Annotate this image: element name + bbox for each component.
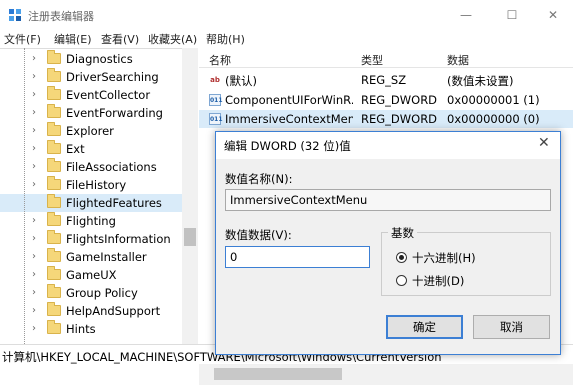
window-title: 注册表编辑器 (28, 10, 94, 23)
chevron-right-icon[interactable]: › (32, 233, 36, 244)
menu-view[interactable]: 查看(V) (101, 31, 139, 47)
folder-icon (47, 158, 61, 172)
value-name: ComponentUIForWinR... (225, 93, 353, 107)
ok-button[interactable]: 确定 (386, 315, 463, 339)
menu-help[interactable]: 帮助(H) (206, 31, 245, 47)
chevron-right-icon[interactable]: › (32, 89, 36, 100)
value-data-field[interactable] (225, 246, 370, 268)
tree-item[interactable]: › EventCollector (0, 86, 182, 104)
tree-item-selected[interactable]: FlightedFeatures (0, 194, 182, 212)
string-value-icon: ab (210, 76, 220, 84)
tree-item[interactable]: › Group Policy (0, 284, 182, 302)
title-bar: 注册表编辑器 — ☐ ✕ (0, 0, 573, 30)
tree-item[interactable]: › FlightsInformation (0, 230, 182, 248)
hex-radio[interactable] (396, 252, 407, 263)
dialog-close-button[interactable]: ✕ (538, 135, 550, 151)
folder-icon (47, 266, 61, 280)
folder-icon (47, 320, 61, 334)
dword-value-icon: 011 (209, 113, 223, 125)
folder-icon (47, 194, 61, 208)
tree-item[interactable]: › EventForwarding (0, 104, 182, 122)
base-group-label: 基数 (388, 225, 417, 241)
dword-value-icon: 011 (209, 94, 223, 106)
value-type: REG_SZ (361, 73, 407, 87)
menu-file[interactable]: 文件(F) (4, 31, 41, 47)
tree-item[interactable]: › GameInstaller (0, 248, 182, 266)
value-type: REG_DWORD (361, 112, 438, 126)
menu-bar: 文件(F) 编辑(E) 查看(V) 收藏夹(A) 帮助(H) (0, 30, 573, 48)
values-header: 名称 类型 数据 (199, 48, 573, 68)
column-name[interactable]: 名称 (209, 52, 231, 68)
folder-icon (47, 302, 61, 316)
chevron-right-icon[interactable]: › (32, 107, 36, 118)
value-name-field (225, 189, 551, 211)
edit-dword-dialog: 编辑 DWORD (32 位)值 ✕ 数值名称(N): 数值数据(V): 基数 … (215, 131, 561, 355)
folder-icon (47, 230, 61, 244)
tree-item[interactable]: › Explorer (0, 122, 182, 140)
chevron-right-icon[interactable]: › (32, 53, 36, 64)
column-type[interactable]: 类型 (361, 52, 383, 68)
folder-icon (47, 68, 61, 82)
tree-item[interactable]: › FileAssociations (0, 158, 182, 176)
tree-item[interactable]: › FileHistory (0, 176, 182, 194)
chevron-right-icon[interactable]: › (32, 323, 36, 334)
chevron-right-icon[interactable]: › (32, 251, 36, 262)
tree-item[interactable]: › HelpAndSupport (0, 302, 182, 320)
menu-favorites[interactable]: 收藏夹(A) (148, 31, 197, 47)
column-data[interactable]: 数据 (447, 52, 469, 68)
value-row[interactable]: 011 ComponentUIForWinR... REG_DWORD 0x00… (199, 91, 573, 109)
value-data-label: 数值数据(V): (225, 228, 292, 242)
folder-icon (47, 86, 61, 100)
decimal-radio-label[interactable]: 十进制(D) (412, 273, 464, 289)
decimal-radio[interactable] (396, 275, 407, 286)
tree-item[interactable]: › GameUX (0, 266, 182, 284)
value-name: (默认) (225, 74, 257, 88)
tree-scrollbar-thumb[interactable] (184, 228, 196, 246)
folder-icon (47, 140, 61, 154)
dialog-body: 数值名称(N): 数值数据(V): 基数 十六进制(H) 十进制(D) 确定 取… (216, 159, 560, 354)
folder-icon (47, 104, 61, 118)
value-name-label: 数值名称(N): (225, 172, 293, 186)
tree-item[interactable]: › Hints (0, 320, 182, 338)
value-data: 0x00000000 (0) (447, 112, 540, 126)
chevron-right-icon[interactable]: › (32, 305, 36, 316)
hex-radio-label[interactable]: 十六进制(H) (412, 250, 476, 266)
value-type: REG_DWORD (361, 93, 438, 107)
minimize-button[interactable]: — (448, 0, 484, 30)
tree-item[interactable]: › Diagnostics (0, 50, 182, 68)
tree-guide-line (24, 48, 25, 344)
value-row[interactable]: ab (默认) REG_SZ (数值未设置) (199, 71, 573, 89)
menu-edit[interactable]: 编辑(E) (54, 31, 92, 47)
chevron-right-icon[interactable]: › (32, 179, 36, 190)
tree-item[interactable]: › Ext (0, 140, 182, 158)
folder-icon (47, 212, 61, 226)
folder-icon (47, 122, 61, 136)
value-row-selected[interactable]: 011 ImmersiveContextMenu REG_DWORD 0x000… (199, 110, 573, 128)
value-name: ImmersiveContextMenu (225, 112, 353, 126)
chevron-right-icon[interactable]: › (32, 125, 36, 136)
folder-icon (47, 248, 61, 262)
folder-icon (47, 50, 61, 64)
value-data: 0x00000001 (1) (447, 93, 540, 107)
folder-icon (47, 176, 61, 190)
value-data: (数值未设置) (447, 74, 514, 88)
chevron-right-icon[interactable]: › (32, 215, 36, 226)
registry-editor-icon (9, 9, 21, 21)
chevron-right-icon[interactable]: › (32, 71, 36, 82)
chevron-right-icon[interactable]: › (32, 287, 36, 298)
tree-scrollbar[interactable] (182, 48, 198, 344)
folder-icon (47, 284, 61, 298)
cancel-button[interactable]: 取消 (473, 315, 550, 339)
chevron-right-icon[interactable]: › (32, 161, 36, 172)
chevron-right-icon[interactable]: › (32, 143, 36, 154)
registry-tree[interactable]: › Diagnostics › DriverSearching › EventColl… (0, 48, 198, 344)
tree-item[interactable]: › DriverSearching (0, 68, 182, 86)
chevron-right-icon[interactable]: › (32, 269, 36, 280)
maximize-button[interactable]: ☐ (494, 0, 530, 30)
close-button[interactable]: ✕ (535, 0, 571, 30)
tree-item[interactable]: › Flighting (0, 212, 182, 230)
dialog-title: 编辑 DWORD (32 位)值 (224, 139, 351, 153)
values-scrollbar-thumb[interactable] (214, 368, 342, 380)
